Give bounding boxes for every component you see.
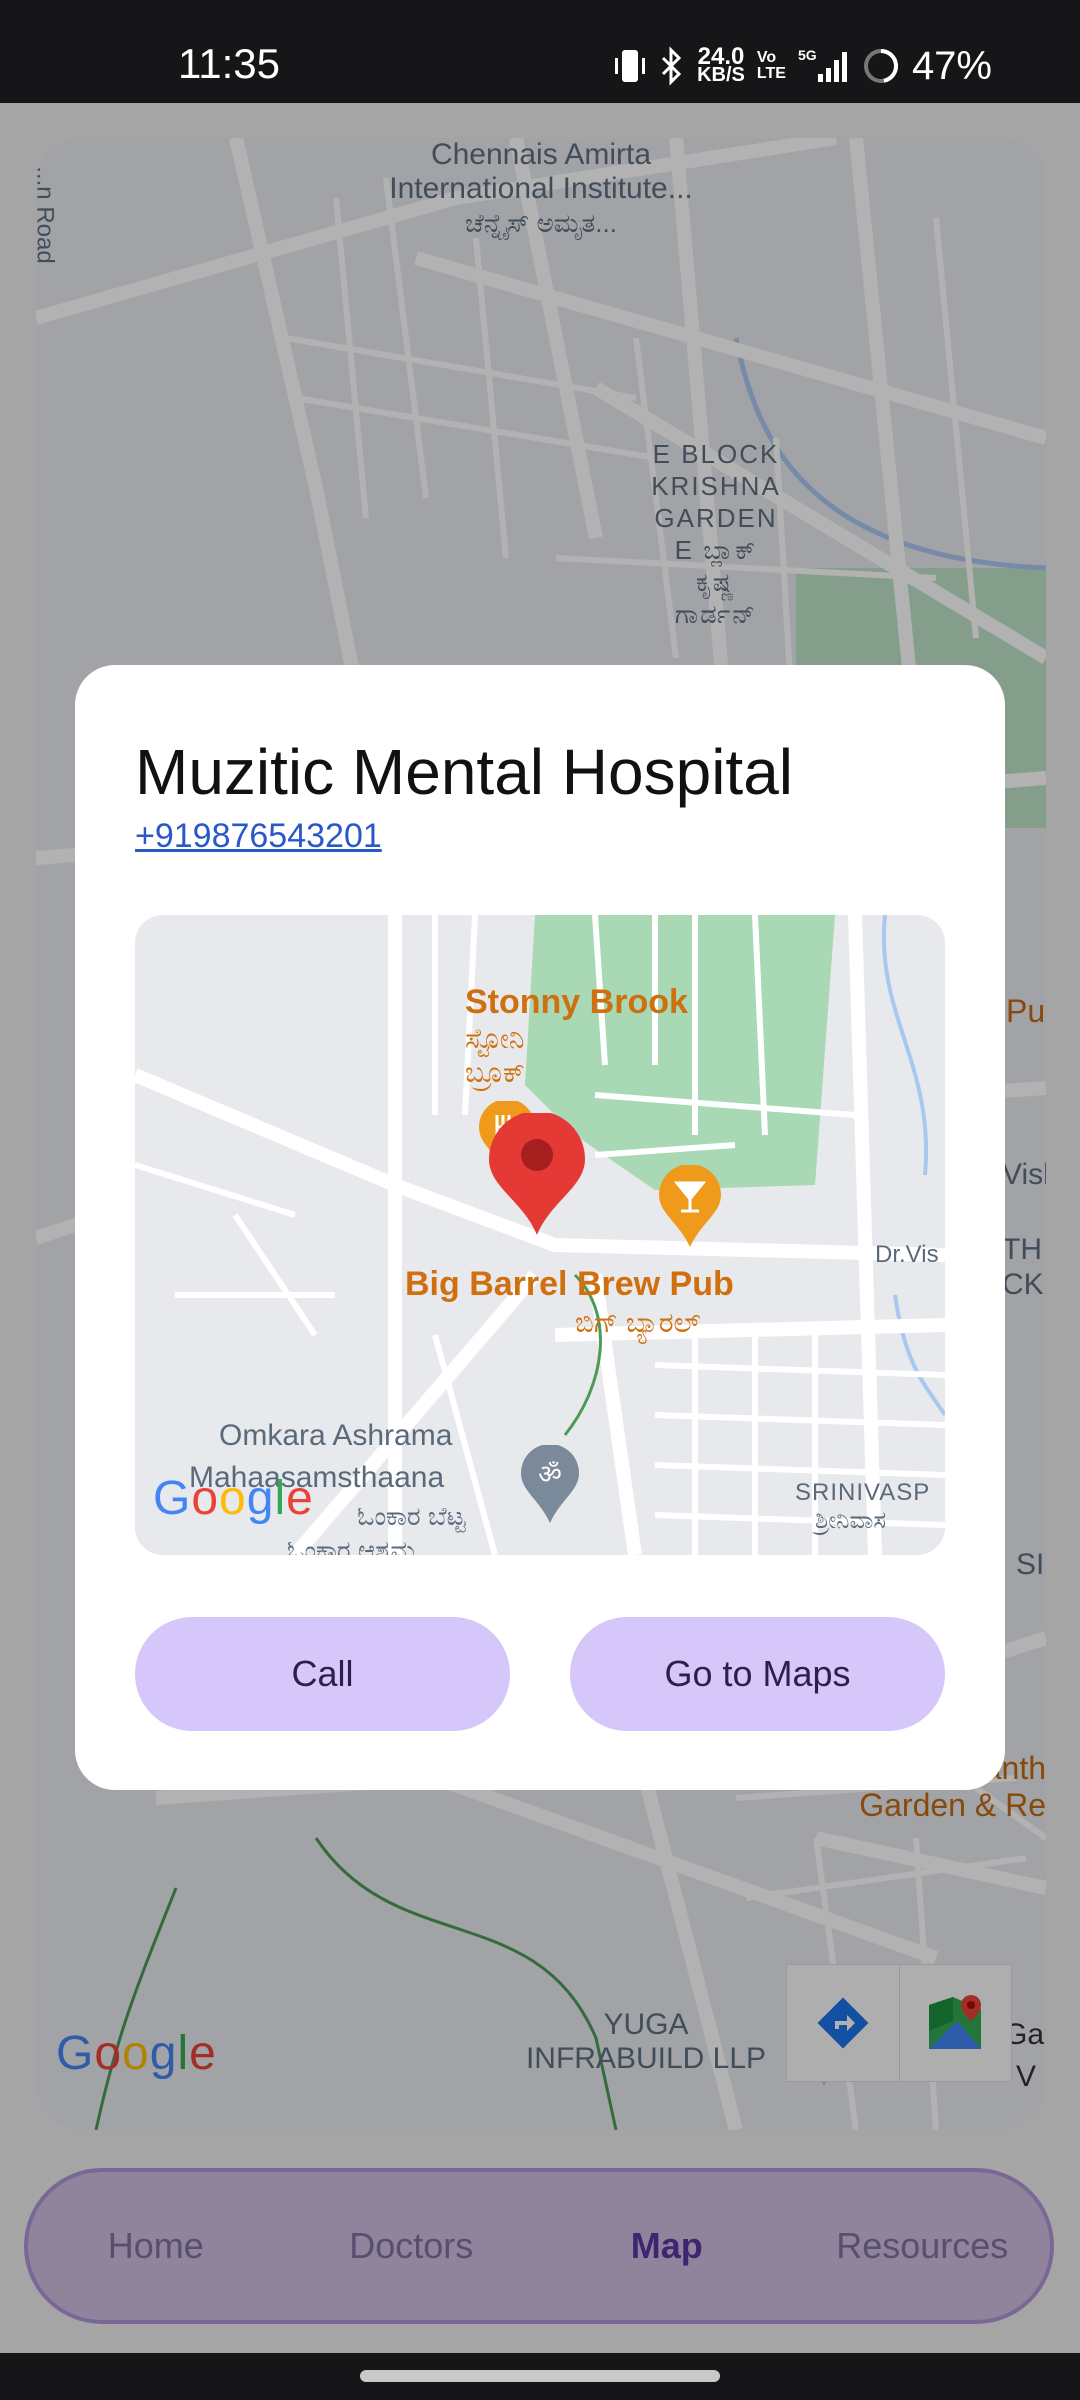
svg-text:ॐ: ॐ [538,1460,562,1490]
net-speed: 24.0 KB/S [697,43,745,86]
hospital-dialog: Muzitic Mental Hospital +919876543201 St… [75,665,1005,1790]
map-poi-big-barrel: Big Barrel Brew Pub [405,1265,734,1303]
mini-map-google-logo: Google [153,1472,314,1525]
signal-5g-icon: 5G [798,47,847,82]
hospital-location-map[interactable]: Stonny Brook ಸ್ಟೋನಿ ಬ್ರೂಕ್ Big Barrel Br… [135,915,945,1555]
volte-icon: Vo LTE [756,49,786,82]
go-to-maps-button[interactable]: Go to Maps [570,1617,945,1731]
map-label-omkara-kn-1: ಓಂಕಾರ ಬೆಟ್ಟ [357,1501,466,1531]
svg-text:5G: 5G [798,47,817,63]
map-label-dr-vis: Dr.Vis [875,1241,939,1268]
status-bar: 11:35 24.0 KB/S Vo LTE 5G 47% [0,0,1080,103]
temple-poi-icon: ॐ [521,1445,579,1523]
battery-percent: 47% [911,43,992,88]
vibrate-icon [615,50,646,82]
map-poi-stonny-kn-1: ಸ್ಟೋನಿ [465,1023,525,1054]
location-marker-icon [489,1113,585,1235]
hospital-name: Muzitic Mental Hospital [135,736,793,808]
map-label-omkara-1: Omkara Ashrama [219,1419,453,1452]
battery-ring-icon [863,49,898,83]
map-poi-big-barrel-kn: ಬಿಗ್ ಬ್ಯಾರಲ್ [575,1307,701,1338]
map-poi-stonny-kn-2: ಬ್ರೂಕ್ [465,1057,525,1088]
map-label-srinivas: SRINIVASP [795,1479,931,1506]
hospital-phone-link[interactable]: +919876543201 [135,817,382,856]
status-time: 11:35 [178,40,280,87]
home-indicator[interactable] [360,2370,720,2382]
bar-poi-icon [659,1165,721,1247]
map-label-srinivas-kn: ಶ್ರೀನಿವಾಸ [815,1507,887,1534]
call-button[interactable]: Call [135,1617,510,1731]
status-icons: 24.0 KB/S Vo LTE 5G 47% [613,36,992,96]
map-label-omkara-kn-2: ಓಂಕಾರ ಆಶ್ರಮ [287,1535,416,1555]
bluetooth-icon [662,46,682,86]
map-poi-stonny-brook: Stonny Brook [465,983,688,1021]
